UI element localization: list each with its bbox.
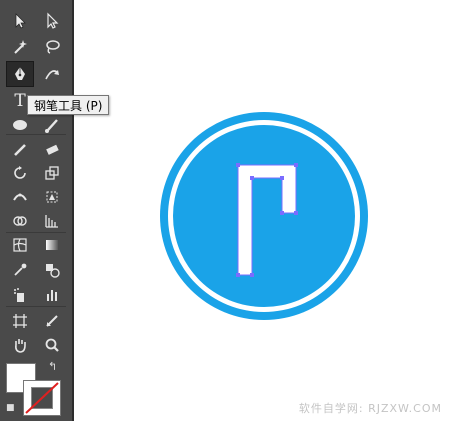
anchor-point[interactable]	[280, 176, 284, 180]
free-transform-icon[interactable]	[38, 184, 66, 210]
tools-separator	[6, 306, 66, 307]
anchor-point[interactable]	[236, 163, 240, 167]
anchor-point[interactable]	[236, 273, 240, 277]
column-graph-icon[interactable]	[38, 282, 66, 308]
inner-blue-disc	[173, 125, 355, 307]
anchor-point[interactable]	[294, 211, 298, 215]
anchor-point[interactable]	[250, 273, 254, 277]
blend-icon[interactable]	[38, 257, 66, 283]
mesh-icon[interactable]	[6, 232, 34, 258]
lasso-icon[interactable]	[38, 34, 66, 60]
anchor-point[interactable]	[250, 176, 254, 180]
perspective-grid-icon[interactable]	[38, 208, 66, 234]
stroke-color-swatch[interactable]	[23, 380, 61, 416]
anchor-point[interactable]	[280, 211, 284, 215]
rotate-icon[interactable]	[6, 160, 34, 186]
swap-colors-icon[interactable]: ↰	[48, 360, 57, 373]
scale-icon[interactable]	[38, 160, 66, 186]
circle-logo-artwork[interactable]	[155, 108, 375, 328]
hand-icon[interactable]	[6, 332, 34, 358]
eyedropper-icon[interactable]	[6, 257, 34, 283]
watermark-text: 软件自学网: RJZXW.COM	[298, 402, 442, 415]
tools-panel: T ↰ ■	[0, 0, 74, 421]
slice-icon[interactable]	[38, 308, 66, 334]
gradient-icon[interactable]	[38, 232, 66, 258]
width-tool-icon[interactable]	[6, 184, 34, 210]
anchor-point[interactable]	[294, 163, 298, 167]
selection-tool-arrow-icon[interactable]	[6, 8, 34, 34]
pen-tool-tooltip: 钢笔工具 (P)	[27, 95, 110, 115]
symbol-sprayer-icon[interactable]	[6, 282, 34, 308]
default-colors-icon[interactable]: ■	[6, 403, 15, 413]
artboard-icon[interactable]	[6, 308, 34, 334]
direct-selection-tool-white-arrow-icon[interactable]	[38, 8, 66, 34]
tools-separator	[6, 134, 66, 135]
shape-builder-icon[interactable]	[6, 208, 34, 234]
curvature-tool-icon[interactable]	[38, 61, 66, 87]
zoom-icon[interactable]	[38, 332, 66, 358]
pen-tool-pen-icon[interactable]	[6, 61, 34, 87]
none-slash-icon	[25, 382, 59, 414]
tools-panel-edge	[72, 0, 74, 421]
magic-wand-icon[interactable]	[6, 34, 34, 60]
